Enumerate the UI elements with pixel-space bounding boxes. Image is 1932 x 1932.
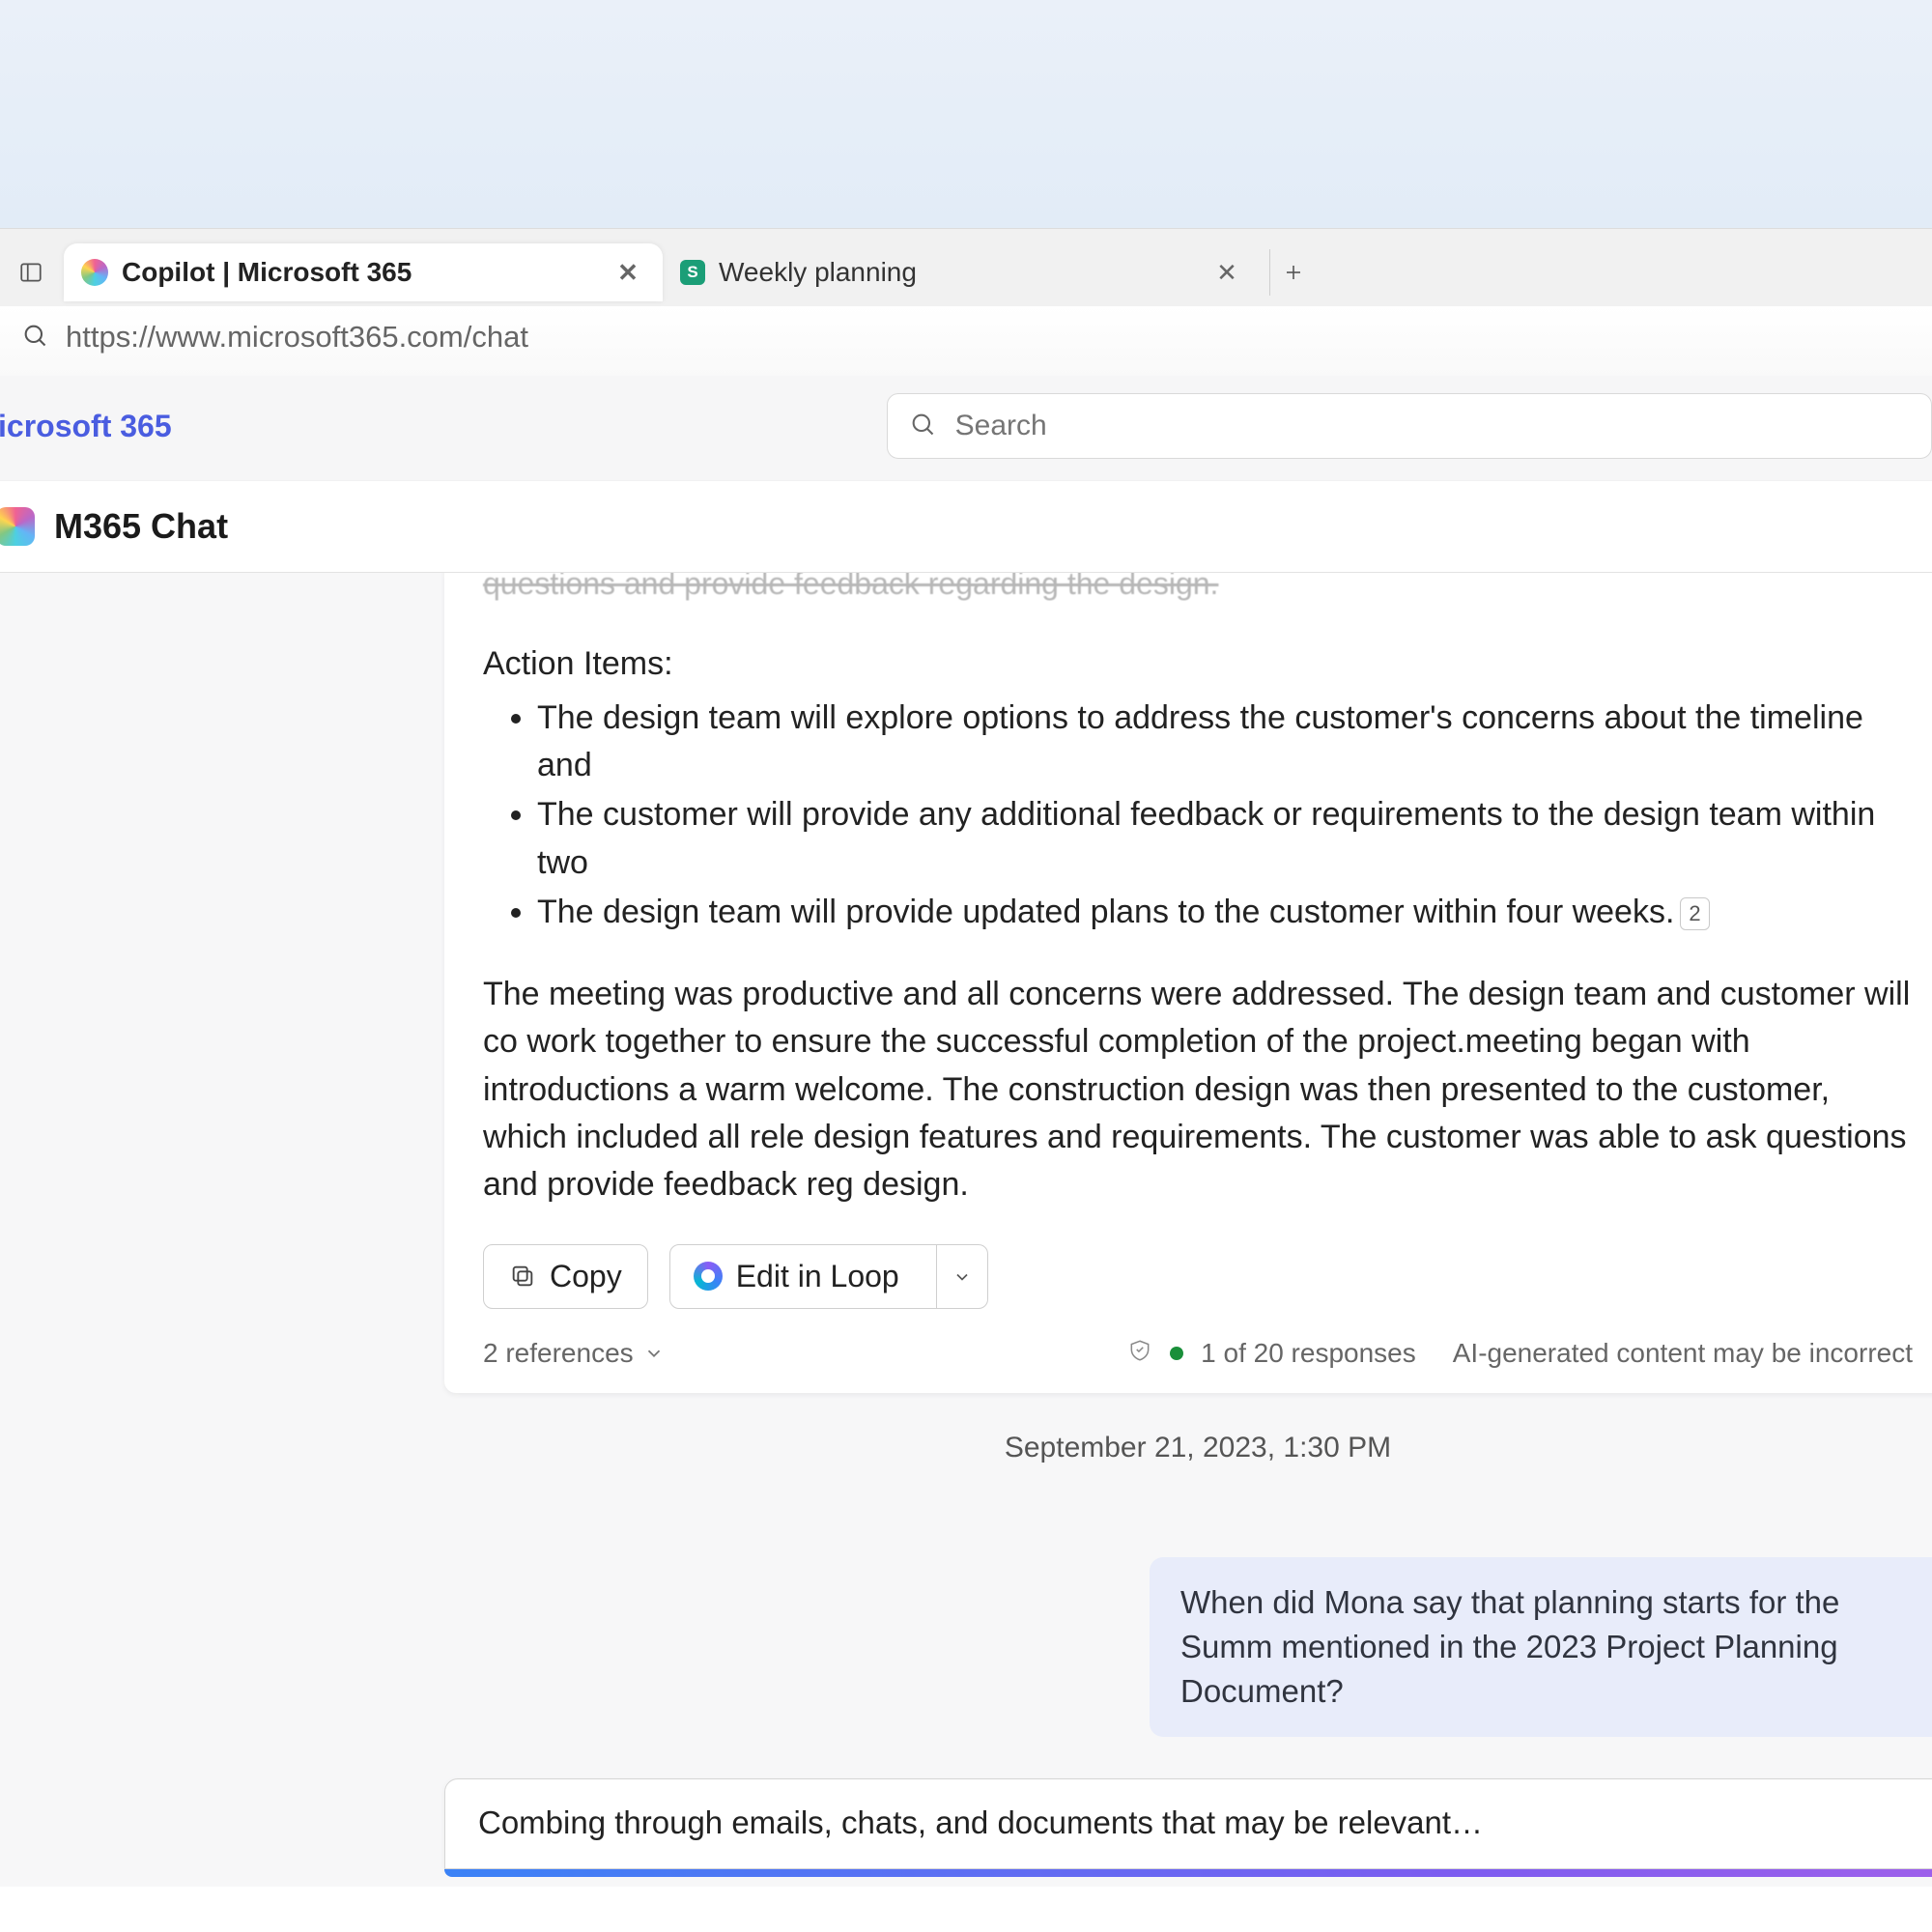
response-counter: 1 of 20 responses bbox=[1201, 1338, 1416, 1369]
references-toggle[interactable]: 2 references bbox=[483, 1338, 665, 1369]
list-item: The design team will explore options to … bbox=[537, 695, 1913, 790]
global-search bbox=[211, 393, 1932, 459]
user-message-bubble: When did Mona say that planning starts f… bbox=[1150, 1557, 1932, 1738]
loop-icon bbox=[694, 1262, 723, 1291]
action-items-list: The design team will explore options to … bbox=[483, 695, 1913, 936]
close-tab-button[interactable]: ✕ bbox=[1209, 255, 1244, 290]
chat-title-bar: M365 Chat bbox=[0, 481, 1932, 573]
address-bar[interactable] bbox=[0, 306, 1932, 376]
citation-badge[interactable]: 2 bbox=[1680, 897, 1709, 930]
composer-status-text: Combing through emails, chats, and docum… bbox=[478, 1804, 1483, 1840]
search-icon bbox=[909, 411, 936, 442]
list-item: The design team will provide updated pla… bbox=[537, 889, 1913, 936]
tab-strip: Copilot | Microsoft 365 ✕ S Weekly plann… bbox=[0, 229, 1932, 306]
tab-weekly-planning[interactable]: S Weekly planning ✕ bbox=[663, 243, 1262, 301]
chevron-down-icon bbox=[643, 1343, 665, 1364]
loading-progress-bar bbox=[444, 1869, 1932, 1877]
global-search-box[interactable] bbox=[887, 393, 1932, 459]
ai-disclaimer: AI-generated content may be incorrect bbox=[1453, 1338, 1913, 1369]
copy-icon bbox=[509, 1263, 536, 1290]
composer: Combing through emails, chats, and docum… bbox=[444, 1778, 1932, 1877]
sharepoint-icon: S bbox=[680, 260, 705, 285]
copilot-icon bbox=[81, 259, 108, 286]
tab-title: Copilot | Microsoft 365 bbox=[122, 257, 597, 288]
browser-chrome: Copilot | Microsoft 365 ✕ S Weekly plann… bbox=[0, 228, 1932, 376]
summary-paragraph: The meeting was productive and all conce… bbox=[483, 971, 1913, 1208]
new-tab-button[interactable] bbox=[1269, 249, 1316, 296]
m365-header: icrosoft 365 bbox=[0, 376, 1932, 481]
copy-button[interactable]: Copy bbox=[483, 1244, 648, 1309]
chevron-down-icon bbox=[952, 1267, 972, 1287]
truncated-prev-line: questions and provide feedback regarding… bbox=[483, 573, 1913, 606]
edit-in-loop-button[interactable]: Edit in Loop bbox=[669, 1244, 988, 1309]
loop-menu-caret[interactable] bbox=[936, 1245, 987, 1308]
search-input[interactable] bbox=[955, 410, 1910, 442]
response-actions: Copy Edit in Loop bbox=[444, 1209, 1932, 1309]
chat-body: questions and provide feedback regarding… bbox=[0, 573, 1932, 1887]
composer-status[interactable]: Combing through emails, chats, and docum… bbox=[444, 1778, 1932, 1869]
message-timestamp: September 21, 2023, 1:30 PM bbox=[444, 1432, 1932, 1464]
search-icon bbox=[21, 322, 48, 354]
close-tab-button[interactable]: ✕ bbox=[611, 255, 645, 290]
assistant-response-card: questions and provide feedback regarding… bbox=[444, 573, 1932, 1393]
window-background bbox=[0, 0, 1932, 228]
list-item: The customer will provide any additional… bbox=[537, 791, 1913, 887]
tab-copilot[interactable]: Copilot | Microsoft 365 ✕ bbox=[64, 243, 663, 301]
chat-title: M365 Chat bbox=[54, 506, 228, 547]
references-label: 2 references bbox=[483, 1338, 634, 1369]
loop-label: Edit in Loop bbox=[736, 1259, 899, 1294]
brand-label: icrosoft 365 bbox=[0, 409, 172, 444]
side-panel-button[interactable] bbox=[8, 249, 54, 296]
action-items-heading: Action Items: bbox=[483, 640, 1913, 688]
user-message-text: When did Mona say that planning starts f… bbox=[1180, 1584, 1839, 1709]
status-dot-icon bbox=[1170, 1347, 1183, 1360]
copilot-logo-icon bbox=[0, 507, 35, 546]
response-meta: 2 references 1 of 20 responses AI-genera… bbox=[444, 1309, 1932, 1370]
tab-title: Weekly planning bbox=[719, 257, 1196, 288]
shield-icon bbox=[1127, 1338, 1152, 1370]
copy-label: Copy bbox=[550, 1259, 622, 1294]
assistant-text: questions and provide feedback regarding… bbox=[444, 573, 1932, 1209]
address-input[interactable] bbox=[66, 320, 1911, 355]
